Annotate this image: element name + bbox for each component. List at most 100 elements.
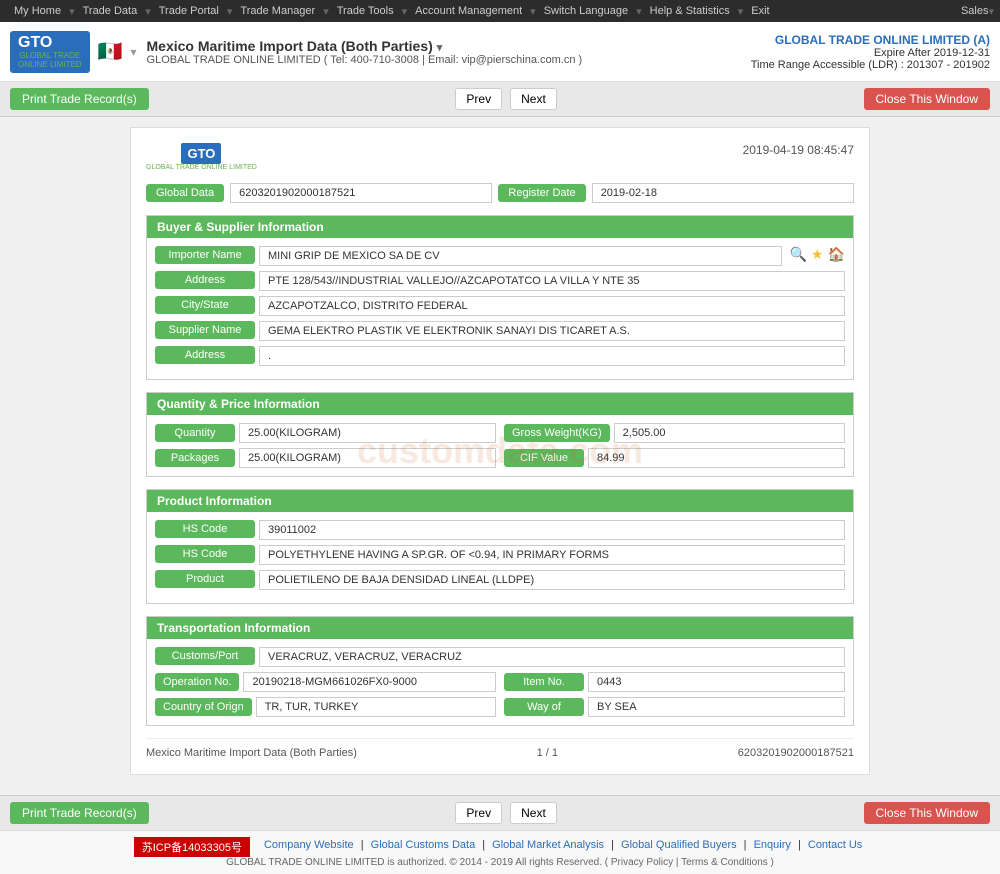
nav-trade-tools[interactable]: Trade Tools — [329, 5, 402, 17]
supplier-name-label: Supplier Name — [155, 321, 255, 339]
footer-contact-us[interactable]: Contact Us — [808, 839, 862, 851]
product-body: HS Code 39011002 HS Code POLYETHYLENE HA… — [147, 512, 853, 603]
city-state-label: City/State — [155, 296, 255, 314]
importer-name-row: Importer Name MINI GRIP DE MEXICO SA DE … — [155, 246, 845, 266]
nav-trade-data[interactable]: Trade Data — [75, 5, 146, 17]
address-row: Address PTE 128/543//INDUSTRIAL VALLEJO/… — [155, 271, 845, 291]
supplier-address-row: Address . — [155, 346, 845, 366]
packages-cif-row: Packages 25.00(KILOGRAM) CIF Value 84.99 — [155, 448, 845, 468]
gross-weight-value: 2,505.00 — [614, 423, 845, 443]
customs-port-value: VERACRUZ, VERACRUZ, VERACRUZ — [259, 647, 845, 667]
address-label: Address — [155, 271, 255, 289]
product-value: POLIETILENO DE BAJA DENSIDAD LINEAL (LLD… — [259, 570, 845, 590]
nav-my-home[interactable]: My Home — [6, 5, 69, 17]
close-window-button[interactable]: Close This Window — [864, 88, 990, 110]
country-origin-label: Country of Orign — [155, 698, 252, 716]
global-data-label: Global Data — [146, 184, 224, 202]
supplier-name-value: GEMA ELEKTRO PLASTIK VE ELEKTRONIK SANAY… — [259, 321, 845, 341]
cif-value-label: CIF Value — [504, 449, 584, 467]
footer-company-website[interactable]: Company Website — [264, 839, 354, 851]
footer-global-qualified-buyers[interactable]: Global Qualified Buyers — [621, 839, 737, 851]
city-state-row: City/State AZCAPOTZALCO, DISTRITO FEDERA… — [155, 296, 845, 316]
mexico-flag-icon: 🇲🇽 — [98, 39, 123, 64]
print-record-button-bottom[interactable]: Print Trade Record(s) — [10, 802, 149, 824]
cif-value-pair: CIF Value 84.99 — [504, 448, 845, 468]
supplier-name-row: Supplier Name GEMA ELEKTRO PLASTIK VE EL… — [155, 321, 845, 341]
footer-copyright: GLOBAL TRADE ONLINE LIMITED is authorize… — [0, 857, 1000, 868]
nav-trade-portal[interactable]: Trade Portal — [151, 5, 227, 17]
product-label: Product — [155, 570, 255, 588]
star-icon[interactable]: ★ — [811, 246, 824, 263]
toolbar-top: Print Trade Record(s) Prev Next Close Th… — [0, 82, 1000, 117]
quantity-price-section: Quantity & Price Information Quantity 25… — [146, 392, 854, 477]
cif-value-value: 84.99 — [588, 448, 845, 468]
header-bar: GTO GLOBAL TRADEONLINE LIMITED 🇲🇽 ▾ Mexi… — [0, 22, 1000, 82]
hs-code-desc-value: POLYETHYLENE HAVING A SP.GR. OF <0.94, I… — [259, 545, 845, 565]
flag-dropdown-icon[interactable]: ▾ — [130, 45, 136, 59]
next-button[interactable]: Next — [510, 88, 557, 110]
card-header: GTO GLOBAL TRADE ONLINE LIMITED 2019-04-… — [146, 143, 854, 171]
toolbar-bottom: Print Trade Record(s) Prev Next Close Th… — [0, 795, 1000, 830]
logo-text: GTO — [18, 35, 82, 51]
country-origin-value: TR, TUR, TURKEY — [256, 697, 496, 717]
operation-no-pair: Operation No. 20190218-MGM661026FX0-9000 — [155, 672, 496, 692]
register-date-label: Register Date — [498, 184, 585, 202]
quantity-value: 25.00(KILOGRAM) — [239, 423, 496, 443]
close-window-button-bottom[interactable]: Close This Window — [864, 802, 990, 824]
quantity-gross-row: Quantity 25.00(KILOGRAM) Gross Weight(KG… — [155, 423, 845, 443]
item-no-label: Item No. — [504, 673, 584, 691]
logo-box: GTO GLOBAL TRADEONLINE LIMITED — [10, 31, 90, 73]
prev-button[interactable]: Prev — [455, 88, 502, 110]
footer-record-number: 6203201902000187521 — [738, 747, 854, 759]
nav-exit[interactable]: Exit — [743, 5, 777, 17]
main-content: customdata.com GTO GLOBAL TRADE ONLINE L… — [0, 117, 1000, 785]
footer-global-customs-data[interactable]: Global Customs Data — [371, 839, 476, 851]
search-icon[interactable]: 🔍 — [790, 246, 807, 263]
buyer-supplier-body: Importer Name MINI GRIP DE MEXICO SA DE … — [147, 238, 853, 379]
address-value: PTE 128/543//INDUSTRIAL VALLEJO//AZCAPOT… — [259, 271, 845, 291]
quantity-price-header: Quantity & Price Information — [147, 393, 853, 415]
beian-number: 苏ICP备14033305号 — [134, 837, 250, 857]
nav-account-management[interactable]: Account Management — [407, 5, 530, 17]
logo-area: GTO GLOBAL TRADEONLINE LIMITED 🇲🇽 ▾ — [10, 31, 137, 73]
hs-code-desc-label: HS Code — [155, 545, 255, 563]
prev-button-bottom[interactable]: Prev — [455, 802, 502, 824]
way-of-pair: Way of BY SEA — [504, 697, 845, 717]
product-header: Product Information — [147, 490, 853, 512]
print-record-button[interactable]: Print Trade Record(s) — [10, 88, 149, 110]
next-button-bottom[interactable]: Next — [510, 802, 557, 824]
home-icon[interactable]: 🏠 — [828, 246, 845, 263]
gross-weight-pair: Gross Weight(KG) 2,505.00 — [504, 423, 845, 443]
item-no-pair: Item No. 0443 — [504, 672, 845, 692]
footer-global-market-analysis[interactable]: Global Market Analysis — [492, 839, 604, 851]
footer-page: 1 / 1 — [537, 747, 558, 759]
operation-no-label: Operation No. — [155, 673, 239, 691]
supplier-address-value: . — [259, 346, 845, 366]
header-expire: Expire After 2019-12-31 — [751, 47, 990, 59]
city-state-value: AZCAPOTZALCO, DISTRITO FEDERAL — [259, 296, 845, 316]
nav-trade-manager[interactable]: Trade Manager — [232, 5, 323, 17]
header-contact: GLOBAL TRADE ONLINE LIMITED ( Tel: 400-7… — [147, 54, 583, 66]
nav-help-statistics[interactable]: Help & Statistics — [642, 5, 738, 17]
top-navigation: My Home ▾ Trade Data ▾ Trade Portal ▾ Tr… — [0, 0, 1000, 22]
operation-no-value: 20190218-MGM661026FX0-9000 — [243, 672, 496, 692]
logo-sub: GLOBAL TRADEONLINE LIMITED — [18, 51, 82, 69]
title-dropdown-icon[interactable]: ▾ — [437, 42, 443, 54]
country-origin-pair: Country of Orign TR, TUR, TURKEY — [155, 697, 496, 717]
packages-pair: Packages 25.00(KILOGRAM) — [155, 448, 496, 468]
header-ldr: Time Range Accessible (LDR) : 201307 - 2… — [751, 59, 990, 71]
packages-label: Packages — [155, 449, 235, 467]
transportation-body: Customs/Port VERACRUZ, VERACRUZ, VERACRU… — [147, 639, 853, 725]
way-of-label: Way of — [504, 698, 584, 716]
supplier-address-label: Address — [155, 346, 255, 364]
transportation-section: Transportation Information Customs/Port … — [146, 616, 854, 726]
footer-links-row: 苏ICP备14033305号 Company Website | Global … — [0, 837, 1000, 857]
product-row: Product POLIETILENO DE BAJA DENSIDAD LIN… — [155, 570, 845, 590]
item-no-value: 0443 — [588, 672, 845, 692]
importer-name-label: Importer Name — [155, 246, 255, 264]
header-right: GLOBAL TRADE ONLINE LIMITED (A) Expire A… — [751, 33, 990, 71]
buyer-supplier-header: Buyer & Supplier Information — [147, 216, 853, 238]
nav-switch-language[interactable]: Switch Language — [536, 5, 636, 17]
global-data-value: 6203201902000187521 — [230, 183, 492, 203]
footer-enquiry[interactable]: Enquiry — [754, 839, 791, 851]
